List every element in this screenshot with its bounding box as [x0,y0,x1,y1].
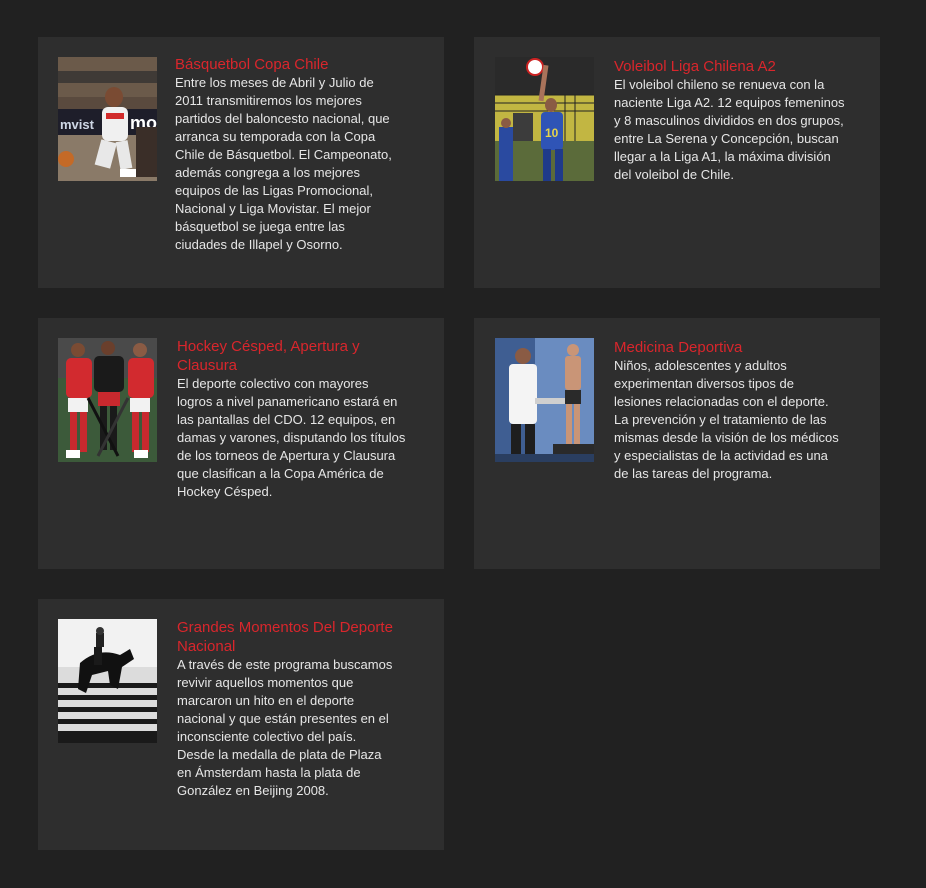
sports-medicine-photo[interactable] [495,338,594,462]
program-card-grandes-momentos[interactable]: Grandes Momentos Del Deporte Nacional A … [38,599,444,850]
svg-text:mvist: mvist [60,117,95,132]
card-description: A través de este programa buscamos reviv… [177,657,393,798]
card-title[interactable]: Voleibol Liga Chilena A2 [614,57,862,76]
basketball-photo[interactable]: mvist mo [58,57,157,181]
hockey-photo[interactable] [58,338,157,462]
svg-text:10: 10 [545,126,559,140]
volleyball-photo[interactable]: 10 [495,57,594,181]
card-description: El voleibol chileno se renueva con la na… [614,77,845,182]
program-card-medicina[interactable]: Medicina Deportiva Niños, adolescentes y… [474,318,880,569]
horse-jump-photo[interactable] [58,619,157,743]
card-title[interactable]: Grandes Momentos Del Deporte Nacional [177,618,426,656]
program-card-hockey[interactable]: Hockey Césped, Apertura y Clausura El de… [38,318,444,569]
card-title[interactable]: Hockey Césped, Apertura y Clausura [177,337,426,375]
card-description: Niños, adolescentes y adultos experiment… [614,358,839,481]
card-title[interactable]: Medicina Deportiva [614,338,862,357]
program-card-basquetbol[interactable]: mvist mo Básquetbol Copa Chile Entre los… [38,37,444,288]
program-card-voleibol[interactable]: 10 Voleibol Liga Chilena A2 El voleibol … [474,37,880,288]
card-description: Entre los meses de Abril y Julio de 2011… [175,75,392,252]
card-title[interactable]: Básquetbol Copa Chile [175,55,426,74]
card-description: El deporte colectivo con mayores logros … [177,376,406,499]
